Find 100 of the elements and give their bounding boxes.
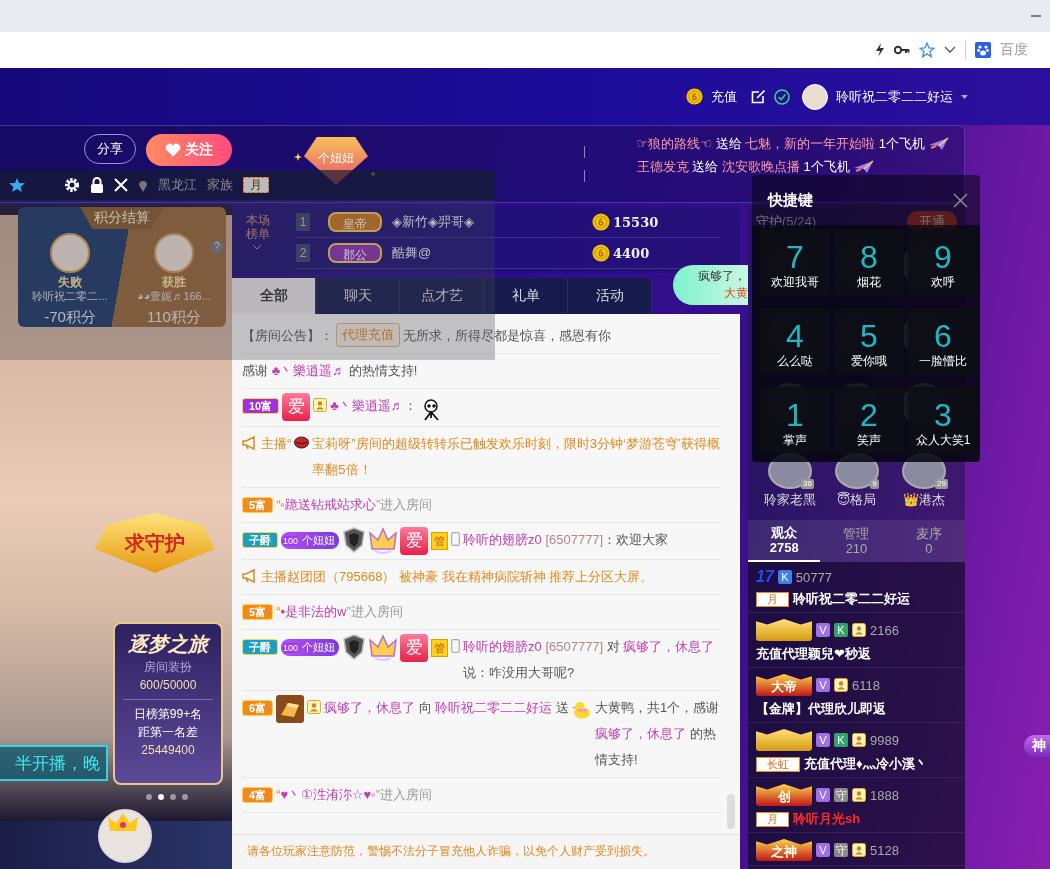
sparkle-icon — [370, 171, 376, 177]
scrollbar-thumb[interactable] — [727, 794, 735, 829]
chat-tab[interactable]: 全部 — [232, 278, 316, 314]
shortcut-key[interactable]: 5 爱你哦 — [834, 308, 904, 374]
notice-text: 无所求，所得尽都是惊喜，感恩有你 — [403, 327, 611, 345]
audience-row[interactable]: 之神 V 守 5128 — [748, 833, 965, 866]
notice-tag: 代理充值 — [336, 323, 400, 347]
shortcut-key[interactable]: 6 一脸懵比 — [908, 308, 978, 374]
duck-icon — [572, 700, 592, 720]
fan-badge: 100 个妞妞 — [281, 639, 340, 656]
rank-text: 日榜第99+名 — [132, 706, 204, 723]
audience-tab[interactable]: 麦序 0 — [892, 520, 965, 562]
shortcut-key[interactable]: 9 欢呼 — [908, 229, 978, 295]
chat-message: 感谢 ♣丶樂逍遥♬ 的热情支持! — [242, 362, 419, 380]
letter-badge: 守 — [834, 788, 848, 802]
audience-row[interactable]: 17 K 50777 月 聆听祝二零二二好运 — [748, 562, 965, 613]
rank-name: 酷舞@ — [392, 244, 433, 262]
audience-name[interactable]: 聆听祝二零二二好运 — [793, 590, 910, 608]
chat-tab[interactable]: 点才艺 — [400, 278, 484, 314]
audience-name[interactable]: 【金牌】代理欣儿即返 — [756, 700, 886, 718]
gap-label: 距第一名差 — [137, 724, 199, 741]
user-number: 1888 — [870, 787, 899, 803]
shortcut-key[interactable]: 4 么么哒 — [760, 308, 830, 374]
carousel-dot[interactable] — [170, 794, 176, 800]
crown-icon — [108, 813, 138, 833]
fan-badge: 100 个妞妞 — [281, 532, 340, 549]
level-tag: 9 — [870, 479, 879, 489]
guard-count: (5/24) — [782, 214, 816, 229]
location-pin-icon — [138, 178, 148, 192]
user-number: 5128 — [870, 842, 899, 858]
coin-icon — [592, 244, 610, 262]
shortcut-key[interactable]: 3 众人大笑1 — [908, 387, 978, 453]
chat-tab[interactable]: 活动 — [568, 278, 652, 314]
rank-number: 2 — [296, 244, 310, 262]
coin-icon — [686, 88, 703, 105]
family-tag: 月 — [756, 811, 789, 827]
ranking-title[interactable]: 榜单 — [246, 227, 270, 241]
megaphone-icon — [242, 569, 258, 583]
rank-number: 1 — [296, 213, 310, 231]
audience-name[interactable]: 聆听月光sh — [793, 810, 861, 828]
audience-row[interactable]: 大帝 V 6118 【金牌】代理欣儿即返 — [748, 668, 965, 723]
chat-message: 聆听的翅膀z0 [6507777] 对 疯够了，休息了 说：咋没用大哥呢? — [463, 638, 716, 682]
chat-tab[interactable]: 礼单 — [484, 278, 568, 314]
shortcut-key[interactable]: 2 笑声 — [834, 387, 904, 453]
user-number: 6118 — [852, 677, 880, 693]
chat-message: 主播“ — [261, 435, 292, 453]
paw-icon — [975, 42, 991, 58]
coin-count: 4400 — [613, 245, 650, 261]
audience-row[interactable]: V K 9989 长虹 充值代理♦灬冷小溪丶 — [748, 723, 965, 778]
letter-badge: V — [816, 623, 830, 637]
carousel-dot[interactable] — [158, 794, 164, 800]
rank-badge: 子爵 — [242, 532, 278, 548]
audience-tab[interactable]: 观众 2758 — [748, 520, 821, 562]
gift-ticker-text: 王德发克 送给 沈安歌晚点播 1个飞机 — [636, 158, 850, 176]
bubble-text: 疯够了， — [697, 268, 747, 285]
chat-tab[interactable]: 聊天 — [316, 278, 400, 314]
chat-message: 主播赵团团（795668） 被神豪 我在精神病院斩神 推荐上分区大屏。 — [261, 568, 655, 586]
rank-badge: 子爵 — [242, 639, 278, 655]
carousel-dot[interactable] — [182, 794, 188, 800]
shortcut-key[interactable]: 8 烟花 — [834, 229, 904, 295]
rank-badge: 10富 — [242, 398, 280, 414]
audience-name[interactable]: 充值代理颖兒❤秒返 — [756, 645, 871, 663]
score-text: -70积分 — [44, 308, 96, 327]
recharge-link[interactable]: 充值 — [711, 87, 737, 106]
rank-name: ◈新竹◈羿哥◈ — [392, 213, 475, 231]
user-avatar[interactable] — [802, 83, 828, 110]
shortcut-key[interactable]: 1 掌声 — [760, 387, 830, 453]
family-tag: 长虹 — [756, 756, 800, 772]
guard-name: 👑港杰 — [902, 491, 945, 509]
chat-message: 聆听的翅膀z0 [6507777]：欢迎大家 — [463, 531, 670, 549]
progress-text: 600/50000 — [138, 677, 198, 694]
crown-badge: 之神 — [756, 839, 812, 861]
location-text: 黑龙江 — [158, 176, 197, 194]
plaque-badge — [756, 729, 812, 751]
dream-card[interactable]: 逐梦之旅 房间装扮 600/50000 日榜第99+名 距第一名差 25449400 — [113, 622, 223, 785]
chat-message: 大黄鸭，共1个，感谢 疯够了，休息了 的热情支持! — [595, 699, 721, 769]
crown-icon — [369, 634, 398, 662]
username-link[interactable]: 聆听祝二零二二好运 — [836, 87, 953, 106]
letter-badge: V — [816, 788, 830, 802]
audience-row[interactable]: V K 2166 充值代理颖兒❤秒返 — [748, 613, 965, 668]
bubble-text: 大黄 — [723, 285, 748, 302]
shield-icon — [342, 527, 367, 553]
letter-badge: V — [816, 733, 830, 747]
popup-title: 快捷键 — [768, 190, 813, 210]
ranking-title[interactable]: 本场 — [246, 213, 270, 227]
user-number: 50777 — [795, 569, 832, 585]
carousel-dot[interactable] — [146, 794, 152, 800]
love-badge: 爱 — [282, 393, 311, 421]
side-badge[interactable]: 神 — [1024, 735, 1050, 757]
chat-message: 宝莉呀”房间的超级转转乐已触发欢乐时刻，限时3分钟‘梦游苍穹’获得概率翻5倍！ — [312, 435, 721, 479]
audience-name[interactable]: 充值代理♦灬冷小溪丶 — [804, 755, 928, 773]
audience-tab[interactable]: 管理 210 — [820, 520, 893, 562]
coin-icon — [592, 213, 610, 231]
level-number: 17 — [756, 568, 774, 586]
love-badge: 爱 — [400, 634, 429, 662]
person-icon — [834, 678, 848, 692]
settings-icon — [64, 177, 80, 193]
shortcut-key[interactable]: 7 欢迎我哥 — [760, 229, 830, 295]
audience-row[interactable]: 创 V 守 1888 月 聆听月光sh — [748, 778, 965, 833]
rank-badge: 6富 — [242, 700, 274, 716]
